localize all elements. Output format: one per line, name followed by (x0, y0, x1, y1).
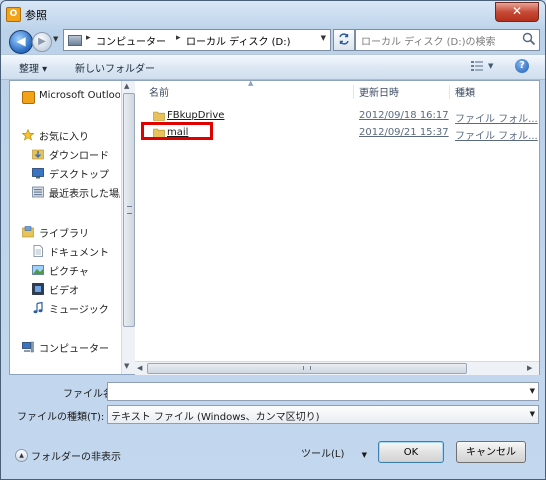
scroll-down-icon[interactable]: ▼ (124, 362, 129, 370)
back-button[interactable]: ◀ (9, 30, 33, 54)
nav-item-music[interactable]: ミュージック (10, 299, 120, 317)
computer-icon (68, 35, 82, 46)
tools-menu-button[interactable]: ツール(L) ▼ (301, 445, 367, 460)
nav-item-desktop[interactable]: デスクトップ (10, 164, 120, 182)
nav-item-label: ビデオ (49, 286, 79, 297)
nav-item-label: ミュージック (49, 305, 109, 316)
hide-folders-label: フォルダーの非表示 (31, 452, 121, 463)
document-icon (33, 245, 43, 257)
close-button[interactable]: ✕ (495, 2, 539, 22)
nav-item-recent-places[interactable]: 最近表示した場所 (10, 183, 120, 201)
browser-content: Microsoft Outlook お気に入り ダウンロード デスクトップ 最近… (9, 79, 540, 375)
chevron-down-icon[interactable]: ▼ (321, 34, 326, 42)
organize-button[interactable]: 整理 ▾ (19, 60, 47, 75)
video-icon (32, 283, 44, 295)
file-modified: 2012/09/18 16:17 (359, 110, 449, 121)
filetype-select[interactable]: テキスト ファイル (Windows、カンマ区切り) ▼ (107, 405, 539, 424)
nav-item-computer[interactable]: コンピューター (10, 338, 120, 356)
chevron-right-icon[interactable]: ▸ (176, 33, 181, 43)
column-header-modified[interactable]: 更新日時 (359, 84, 399, 104)
chevron-down-icon[interactable]: ▼ (530, 387, 535, 395)
chevron-down-icon: ▼ (361, 451, 367, 459)
download-folder-icon (32, 149, 44, 160)
nav-item-label: 最近表示した場所 (49, 189, 120, 200)
nav-item-outlook[interactable]: Microsoft Outlook (10, 88, 120, 106)
outlook-icon (22, 91, 35, 104)
music-icon (33, 302, 43, 314)
file-list[interactable]: ▲ 名前 更新日時 種類 FBkupDrive 2012/09/18 16:17… (135, 79, 539, 375)
nav-item-label: ピクチャ (49, 267, 89, 278)
new-folder-button[interactable]: 新しいフォルダー (75, 60, 155, 75)
ok-button[interactable]: OK (378, 441, 444, 463)
help-button[interactable]: ? (515, 59, 529, 73)
change-view-button[interactable]: ▼ (471, 59, 497, 74)
refresh-button[interactable] (333, 29, 355, 51)
nav-item-libraries[interactable]: ライブラリ (10, 223, 120, 241)
folder-icon (153, 111, 165, 121)
chevron-down-icon[interactable]: ▼ (530, 410, 535, 418)
view-list-icon (471, 61, 483, 71)
highlight-box (141, 122, 213, 140)
nav-item-pictures[interactable]: ピクチャ (10, 261, 120, 279)
tools-label: ツール(L) (301, 449, 345, 460)
browse-dialog: O 参照 ✕ ◀ ▶ ▼ ▸ コンピューター ▸ ローカル ディスク (D:) … (0, 0, 546, 480)
nav-item-label: ライブラリ (39, 229, 89, 240)
file-type: ファイル フォル... (455, 114, 538, 125)
filename-input[interactable]: ▼ (107, 382, 539, 401)
nav-item-label: Microsoft Outlook (39, 90, 120, 101)
star-icon (22, 129, 34, 141)
recent-places-icon (32, 186, 44, 198)
nav-item-favorites[interactable]: お気に入り (10, 126, 120, 144)
column-header-type[interactable]: 種類 (455, 84, 475, 104)
scroll-up-icon[interactable]: ▲ (124, 82, 129, 90)
picture-icon (32, 265, 44, 275)
scrollbar-thumb[interactable] (147, 363, 467, 374)
recent-pages-dropdown[interactable]: ▼ (53, 35, 58, 43)
scroll-right-icon[interactable]: ▶ (527, 364, 532, 372)
chevron-right-icon[interactable]: ▸ (86, 33, 91, 43)
nav-item-documents[interactable]: ドキュメント (10, 242, 120, 260)
title-bar[interactable]: O 参照 ✕ (1, 1, 545, 27)
file-modified: 2012/09/21 15:37 (359, 127, 449, 138)
sort-ascending-icon: ▲ (248, 79, 254, 87)
command-toolbar: 整理 ▾ 新しいフォルダー ▼ ? (1, 54, 545, 80)
forward-button[interactable]: ▶ (32, 32, 52, 52)
nav-item-label: ダウンロード (49, 151, 109, 162)
file-list-scrollbar[interactable]: ◀ ▶ (135, 361, 539, 375)
column-header-name[interactable]: 名前 (149, 84, 169, 104)
outlook-app-icon: O (6, 7, 21, 22)
refresh-icon (339, 33, 349, 45)
library-icon (22, 226, 34, 238)
navigation-pane[interactable]: Microsoft Outlook お気に入り ダウンロード デスクトップ 最近… (10, 81, 120, 374)
chevron-up-icon: ▲ (15, 449, 28, 462)
scroll-left-icon[interactable]: ◀ (137, 364, 142, 372)
navigation-pane-scrollbar[interactable]: ▲ ▼ (121, 81, 135, 374)
search-box[interactable]: ローカル ディスク (D:)の検索 (355, 29, 540, 51)
chevron-down-icon: ▼ (488, 62, 494, 70)
breadcrumb-computer[interactable]: コンピューター (96, 33, 166, 48)
nav-item-label: ドキュメント (49, 248, 109, 259)
computer-icon (22, 341, 34, 353)
address-bar[interactable]: ▸ コンピューター ▸ ローカル ディスク (D:) ▼ (63, 29, 331, 51)
search-icon[interactable] (522, 32, 536, 46)
breadcrumb-local-disk[interactable]: ローカル ディスク (D:) (186, 33, 291, 48)
nav-item-videos[interactable]: ビデオ (10, 280, 120, 298)
filetype-label: ファイルの種類(T): (17, 412, 105, 423)
filetype-value: テキスト ファイル (Windows、カンマ区切り) (111, 412, 320, 423)
nav-item-label: お気に入り (39, 132, 89, 143)
navigation-bar: ◀ ▶ ▼ ▸ コンピューター ▸ ローカル ディスク (D:) ▼ ローカル … (1, 27, 545, 54)
nav-item-downloads[interactable]: ダウンロード (10, 145, 120, 163)
search-placeholder: ローカル ディスク (D:)の検索 (361, 37, 496, 48)
window-title: 参照 (25, 9, 47, 22)
desktop-icon (32, 168, 44, 179)
scrollbar-thumb[interactable] (123, 93, 135, 327)
nav-item-label: デスクトップ (49, 170, 109, 181)
file-type: ファイル フォル... (455, 131, 538, 142)
nav-item-label: コンピューター (39, 344, 109, 355)
file-name[interactable]: FBkupDrive (167, 110, 224, 121)
cancel-button[interactable]: キャンセル (456, 441, 526, 463)
